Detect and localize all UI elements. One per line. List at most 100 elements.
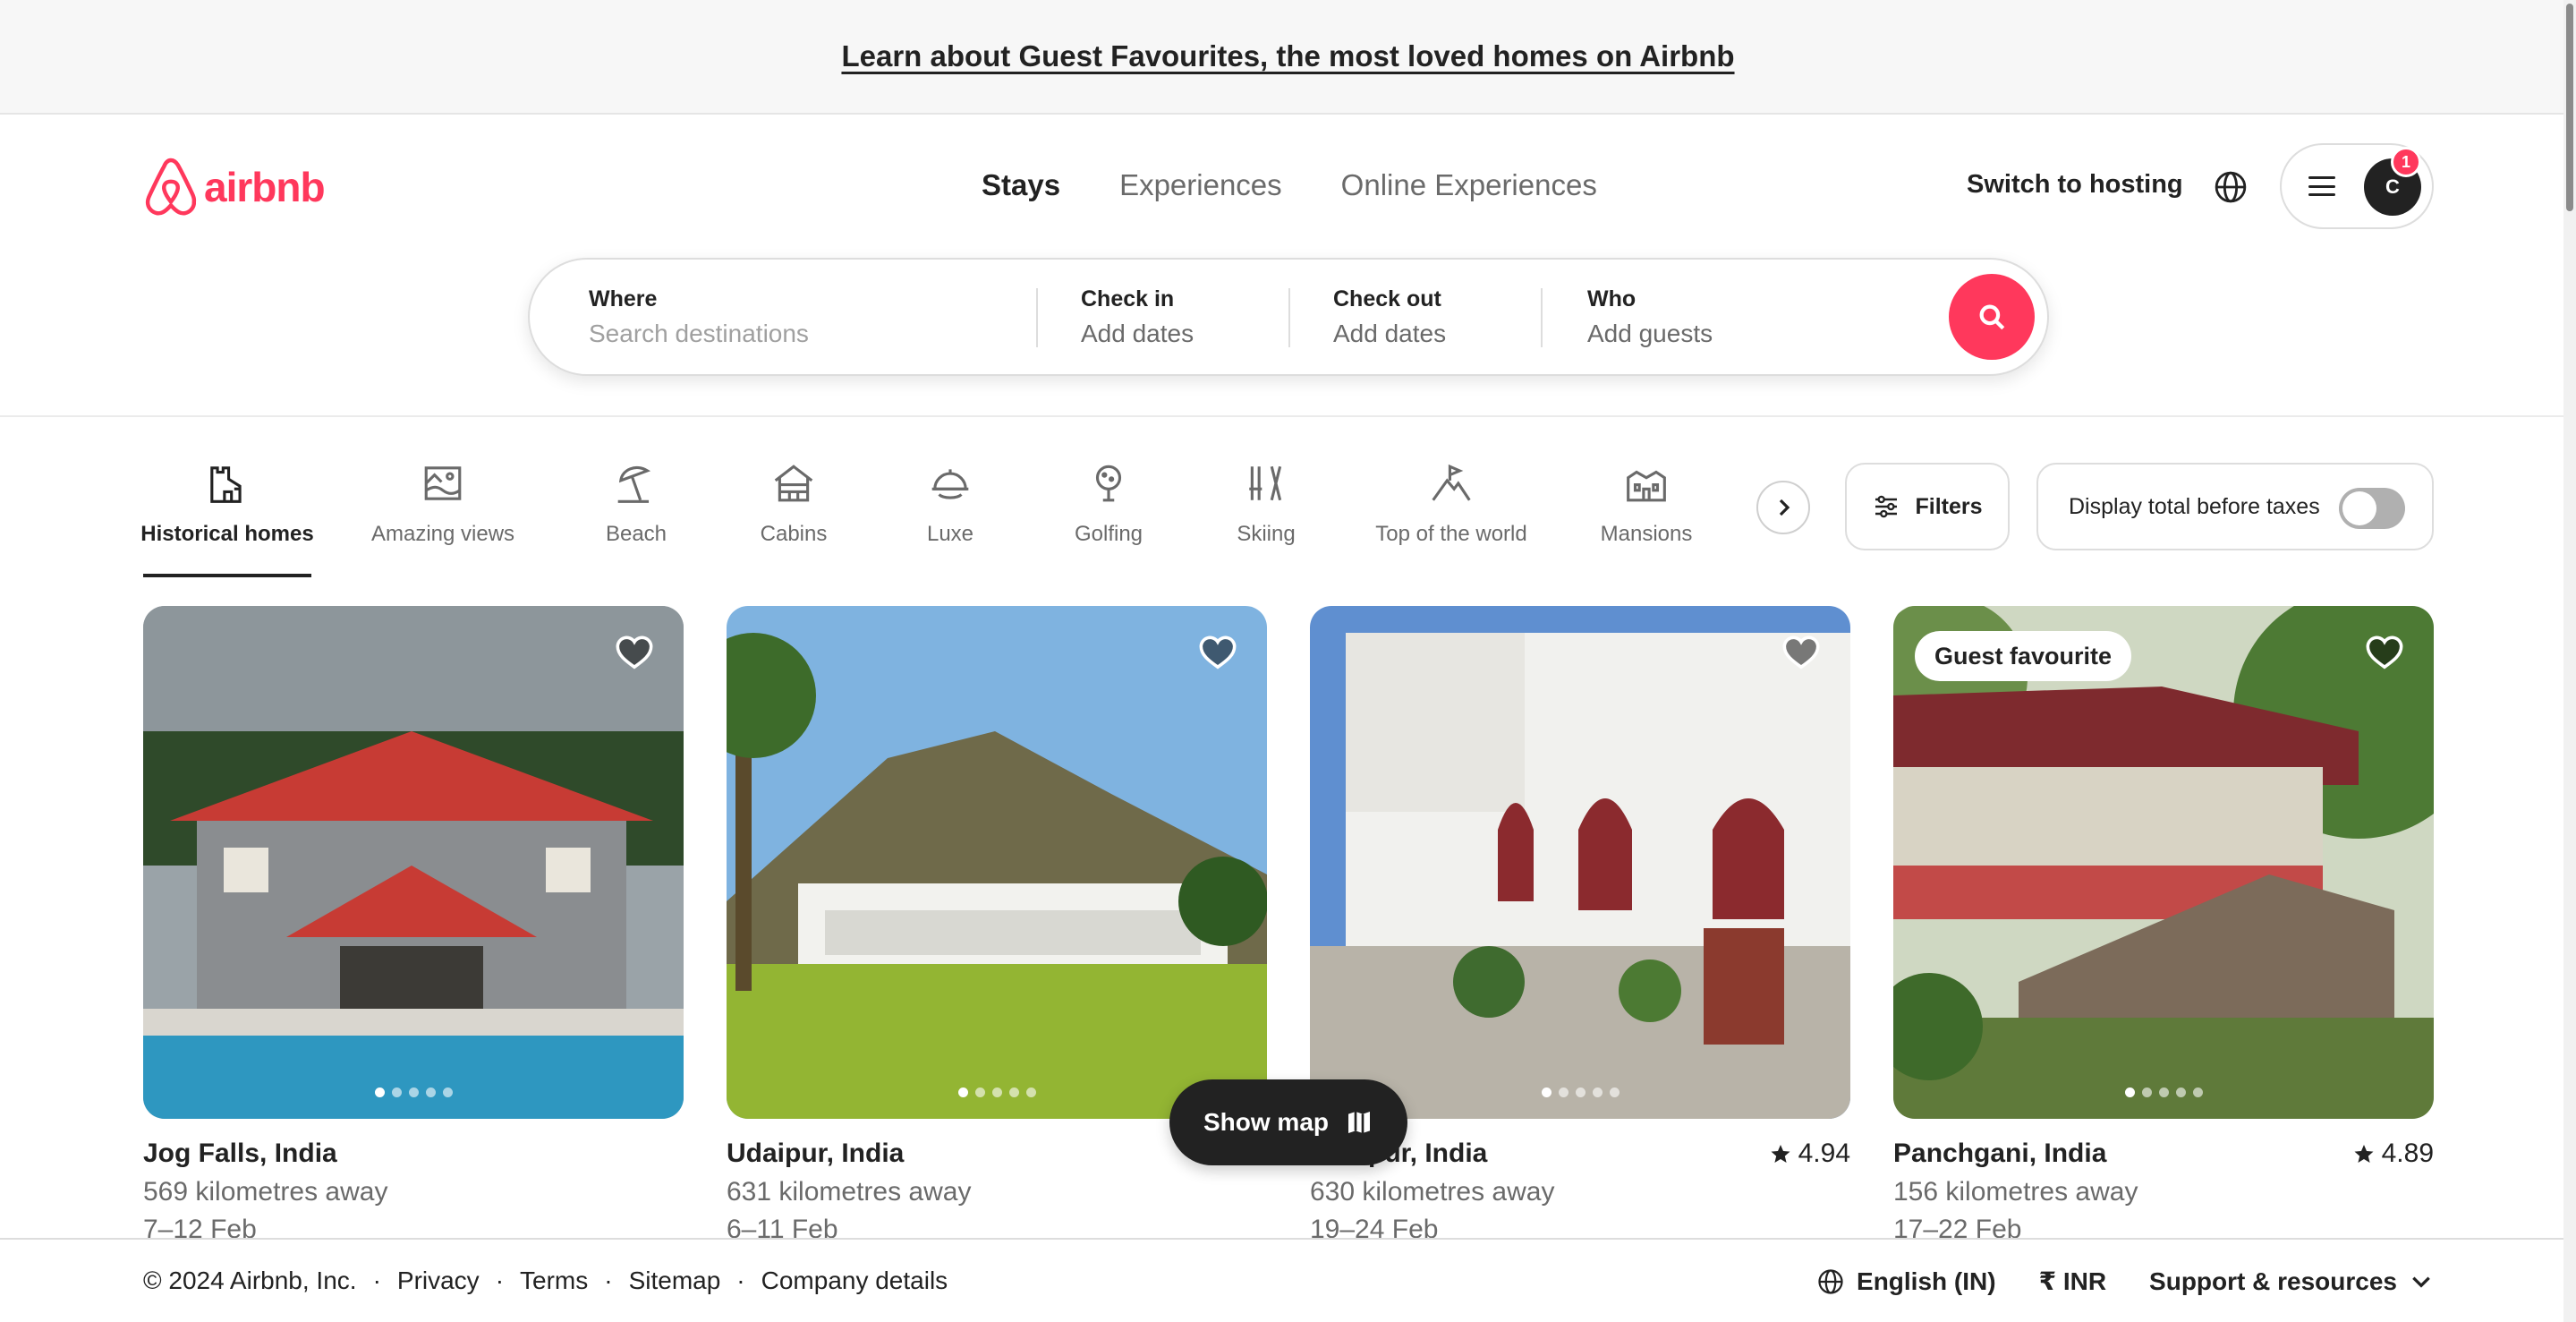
category-label: Cabins — [760, 522, 828, 546]
listing-rating: 4.89 — [2353, 1139, 2434, 1169]
support-label: Support & resources — [2149, 1267, 2397, 1295]
heart-icon[interactable] — [1197, 631, 1238, 672]
scrollbar-thumb[interactable] — [2566, 4, 2573, 211]
globe-icon — [1818, 1268, 1843, 1294]
currency-label: ₹ INR — [2038, 1267, 2107, 1295]
search-divider — [1036, 288, 1038, 347]
top-of-the-world-icon — [1432, 464, 1471, 501]
support-resources-button[interactable]: Support & resources — [2149, 1267, 2433, 1296]
switch-to-hosting-link[interactable]: Switch to hosting — [1967, 170, 2183, 200]
copyright: © 2024 Airbnb, Inc. — [143, 1267, 357, 1294]
listing-image — [727, 606, 1267, 1119]
map-icon — [1348, 1112, 1370, 1133]
heart-icon[interactable] — [1781, 631, 1822, 672]
listing-photo[interactable]: Guest favourite — [1893, 606, 2434, 1119]
check-out-value: Add dates — [1333, 320, 1447, 347]
category-next-button[interactable] — [1756, 481, 1810, 534]
search-button[interactable] — [1949, 274, 2035, 360]
currency-selector[interactable]: ₹ INR — [2039, 1267, 2106, 1296]
listing-title: Panchgani, India — [1893, 1139, 2107, 1168]
footer-right: English (IN) ₹ INR Support & resources — [1817, 1267, 2433, 1296]
listing-rating-value: 4.89 — [2381, 1139, 2434, 1168]
listing-distance: 631 kilometres away — [727, 1177, 972, 1207]
listing-image — [1893, 606, 2434, 1119]
listing-card[interactable]: Jog Falls, India 569 kilometres away 7–1… — [143, 606, 684, 1244]
listing-title: Udaipur, India — [727, 1139, 905, 1168]
footer: © 2024 Airbnb, Inc. · Privacy · Terms · … — [0, 1238, 2576, 1322]
company-details-link[interactable]: Company details — [761, 1267, 948, 1295]
category-label: Historical homes — [140, 522, 314, 546]
check-out-label: Check out — [1333, 286, 1441, 311]
who-field[interactable]: Who Add guests — [1587, 260, 1927, 374]
tab-experiences[interactable]: Experiences — [1119, 168, 1282, 202]
listing-photo[interactable] — [727, 606, 1267, 1119]
category-golfing[interactable]: Golfing — [1059, 461, 1158, 577]
category-mansions[interactable]: Mansions — [1586, 461, 1707, 577]
page-scrollbar[interactable] — [2563, 0, 2576, 1322]
display-total-label: Display total before taxes — [2069, 493, 2320, 519]
category-beach[interactable]: Beach — [587, 461, 685, 577]
search-icon — [1979, 304, 2005, 330]
category-historical-homes[interactable]: Historical homes — [140, 461, 314, 577]
check-out-field[interactable]: Check out Add dates — [1333, 260, 1539, 374]
listing-card[interactable]: Udaipur, India 631 kilometres away 6–11 … — [727, 606, 1267, 1244]
display-total-toggle[interactable] — [2339, 488, 2405, 529]
heart-icon[interactable] — [614, 631, 655, 672]
category-top-of-the-world[interactable]: Top of the world — [1363, 461, 1540, 577]
filters-icon — [1875, 495, 1898, 518]
guest-favourites-link[interactable]: Learn about Guest Favourites, the most l… — [841, 39, 1734, 73]
airbnb-logo-icon — [145, 158, 197, 216]
footer-separator: · — [736, 1267, 745, 1294]
listing-title: Jog Falls, India — [143, 1139, 337, 1168]
listing-card[interactable]: Udaipur, India 4.94 630 kilometres away … — [1310, 606, 1850, 1244]
heart-icon[interactable] — [2364, 631, 2405, 672]
tab-online-experiences[interactable]: Online Experiences — [1341, 168, 1597, 202]
search-bar: Where Check in Add dates Check out Add d… — [528, 258, 2049, 376]
header: airbnb Stays Experiences Online Experien… — [0, 115, 2576, 417]
category-cabins[interactable]: Cabins — [744, 461, 843, 577]
language-selector[interactable]: English (IN) — [1817, 1267, 1996, 1296]
sitemap-link[interactable]: Sitemap — [629, 1267, 721, 1295]
listing-photo[interactable] — [143, 606, 684, 1119]
airbnb-logo[interactable]: airbnb — [143, 158, 326, 217]
category-luxe[interactable]: Luxe — [905, 461, 995, 577]
terms-link[interactable]: Terms — [520, 1267, 588, 1295]
category-label: Mansions — [1600, 522, 1693, 546]
globe-icon[interactable] — [2214, 170, 2248, 204]
listing-distance: 569 kilometres away — [143, 1177, 388, 1207]
filters-button[interactable]: Filters — [1845, 463, 2010, 550]
notification-badge: 1 — [2391, 147, 2421, 177]
check-in-value: Add dates — [1081, 320, 1194, 347]
category-label: Skiing — [1237, 522, 1296, 546]
footer-separator: · — [495, 1267, 505, 1294]
photo-dots — [143, 1087, 684, 1097]
category-label: Beach — [605, 522, 667, 546]
listing-image — [143, 606, 684, 1119]
mansions-icon — [1627, 470, 1666, 502]
listing-distance: 156 kilometres away — [1893, 1177, 2138, 1207]
check-in-label: Check in — [1081, 286, 1175, 311]
category-skiing[interactable]: Skiing — [1217, 461, 1315, 577]
listing-card[interactable]: Guest favourite Panchgani, India 4.89 15… — [1893, 606, 2434, 1244]
where-field[interactable]: Where — [589, 260, 1036, 374]
category-bar: Historical homes Amazing views Beach Cab… — [140, 461, 1807, 577]
star-icon — [2354, 1145, 2374, 1163]
category-label: Top of the world — [1375, 522, 1527, 546]
who-label: Who — [1587, 286, 1637, 311]
filters-label: Filters — [1915, 493, 1983, 519]
main-nav: Stays Experiences Online Experiences — [982, 168, 1597, 202]
category-label: Luxe — [926, 522, 974, 546]
user-menu-button[interactable]: C 1 — [2280, 143, 2434, 229]
tab-stays[interactable]: Stays — [982, 168, 1060, 202]
listing-photo[interactable] — [1310, 606, 1850, 1119]
destination-search-input[interactable] — [589, 320, 1018, 348]
chevron-right-icon — [1779, 499, 1790, 516]
show-map-label: Show map — [1203, 1108, 1329, 1136]
hamburger-icon — [2308, 176, 2335, 196]
show-map-button[interactable]: Show map — [1169, 1079, 1407, 1165]
check-in-field[interactable]: Check in Add dates — [1081, 260, 1287, 374]
category-amazing-views[interactable]: Amazing views — [366, 461, 520, 577]
listing-distance: 630 kilometres away — [1310, 1177, 1555, 1207]
footer-separator: · — [604, 1267, 613, 1294]
privacy-link[interactable]: Privacy — [397, 1267, 480, 1295]
